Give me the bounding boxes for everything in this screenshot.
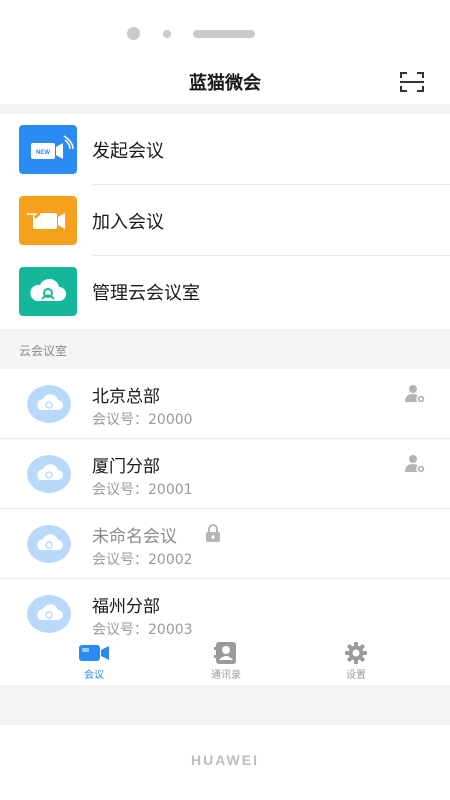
room-item[interactable]: 厦门分部 会议号：20001 bbox=[0, 439, 450, 509]
svg-text:NEW: NEW bbox=[36, 150, 50, 156]
room-item[interactable]: 未命名会议 会议号：20002 bbox=[0, 509, 450, 579]
scan-icon bbox=[400, 72, 424, 92]
cloud-room-icon bbox=[27, 385, 71, 423]
room-name: 厦门分部 bbox=[92, 457, 160, 477]
user-settings-icon[interactable] bbox=[404, 383, 426, 405]
screen-bottom-area bbox=[0, 685, 450, 725]
app-header: 蓝猫微会 bbox=[0, 62, 450, 104]
cloud-room-icon bbox=[27, 595, 71, 633]
room-number: 会议号：20002 bbox=[92, 552, 193, 568]
join-meeting-button[interactable]: 加入会议 bbox=[0, 185, 450, 256]
new-meeting-icon: NEW bbox=[19, 125, 77, 174]
scan-button[interactable] bbox=[399, 70, 425, 94]
tab-contacts[interactable]: 通讯录 bbox=[186, 641, 266, 685]
room-list[interactable]: 北京总部 会议号：20000 厦门分部 会议号：20001 未命名会议 会议号：… bbox=[0, 369, 450, 641]
room-name: 福州分部 bbox=[92, 597, 160, 617]
cloud-room-icon bbox=[27, 455, 71, 493]
front-camera bbox=[127, 27, 140, 40]
join-meeting-icon bbox=[19, 196, 77, 245]
page-title: 蓝猫微会 bbox=[189, 73, 261, 94]
room-number: 会议号：20003 bbox=[92, 622, 193, 638]
room-number: 会议号：20001 bbox=[92, 482, 193, 498]
meeting-camera-icon bbox=[79, 645, 109, 661]
cloud-room-icon bbox=[27, 525, 71, 563]
start-meeting-label: 发起会议 bbox=[92, 141, 164, 162]
header-separator bbox=[0, 104, 450, 114]
tab-meetings[interactable]: 会议 bbox=[54, 641, 134, 685]
contacts-icon bbox=[214, 642, 236, 664]
manage-cloud-room-icon bbox=[19, 267, 77, 316]
tab-label: 通讯录 bbox=[211, 670, 241, 681]
room-name: 未命名会议 bbox=[92, 527, 177, 547]
start-meeting-button[interactable]: NEW 发起会议 bbox=[0, 114, 450, 185]
tab-label: 设置 bbox=[346, 670, 366, 681]
gear-icon bbox=[345, 642, 367, 664]
section-title: 云会议室 bbox=[19, 344, 68, 358]
room-item[interactable]: 北京总部 会议号：20000 bbox=[0, 369, 450, 439]
section-header: 云会议室 bbox=[0, 329, 450, 369]
lock-icon bbox=[206, 524, 220, 542]
manage-cloud-room-label: 管理云会议室 bbox=[92, 283, 200, 304]
device-top-bezel bbox=[0, 0, 450, 62]
earpiece-speaker bbox=[193, 30, 255, 38]
manage-cloud-room-button[interactable]: 管理云会议室 bbox=[0, 256, 450, 327]
device-brand-logo: HUAWEI bbox=[191, 752, 259, 768]
room-name: 北京总部 bbox=[92, 387, 160, 407]
bottom-tab-bar: 会议 通讯录 设置 bbox=[0, 641, 450, 685]
join-meeting-label: 加入会议 bbox=[92, 212, 164, 233]
action-list: NEW 发起会议 加入会议 管理云会议室 bbox=[0, 114, 450, 327]
user-settings-icon[interactable] bbox=[404, 453, 426, 475]
device-bottom-bezel: HUAWEI bbox=[0, 725, 450, 800]
sensor bbox=[163, 30, 171, 38]
room-number: 会议号：20000 bbox=[92, 412, 193, 428]
room-item[interactable]: 福州分部 会议号：20003 bbox=[0, 579, 450, 641]
tab-label: 会议 bbox=[84, 670, 104, 681]
tab-settings[interactable]: 设置 bbox=[316, 641, 396, 685]
